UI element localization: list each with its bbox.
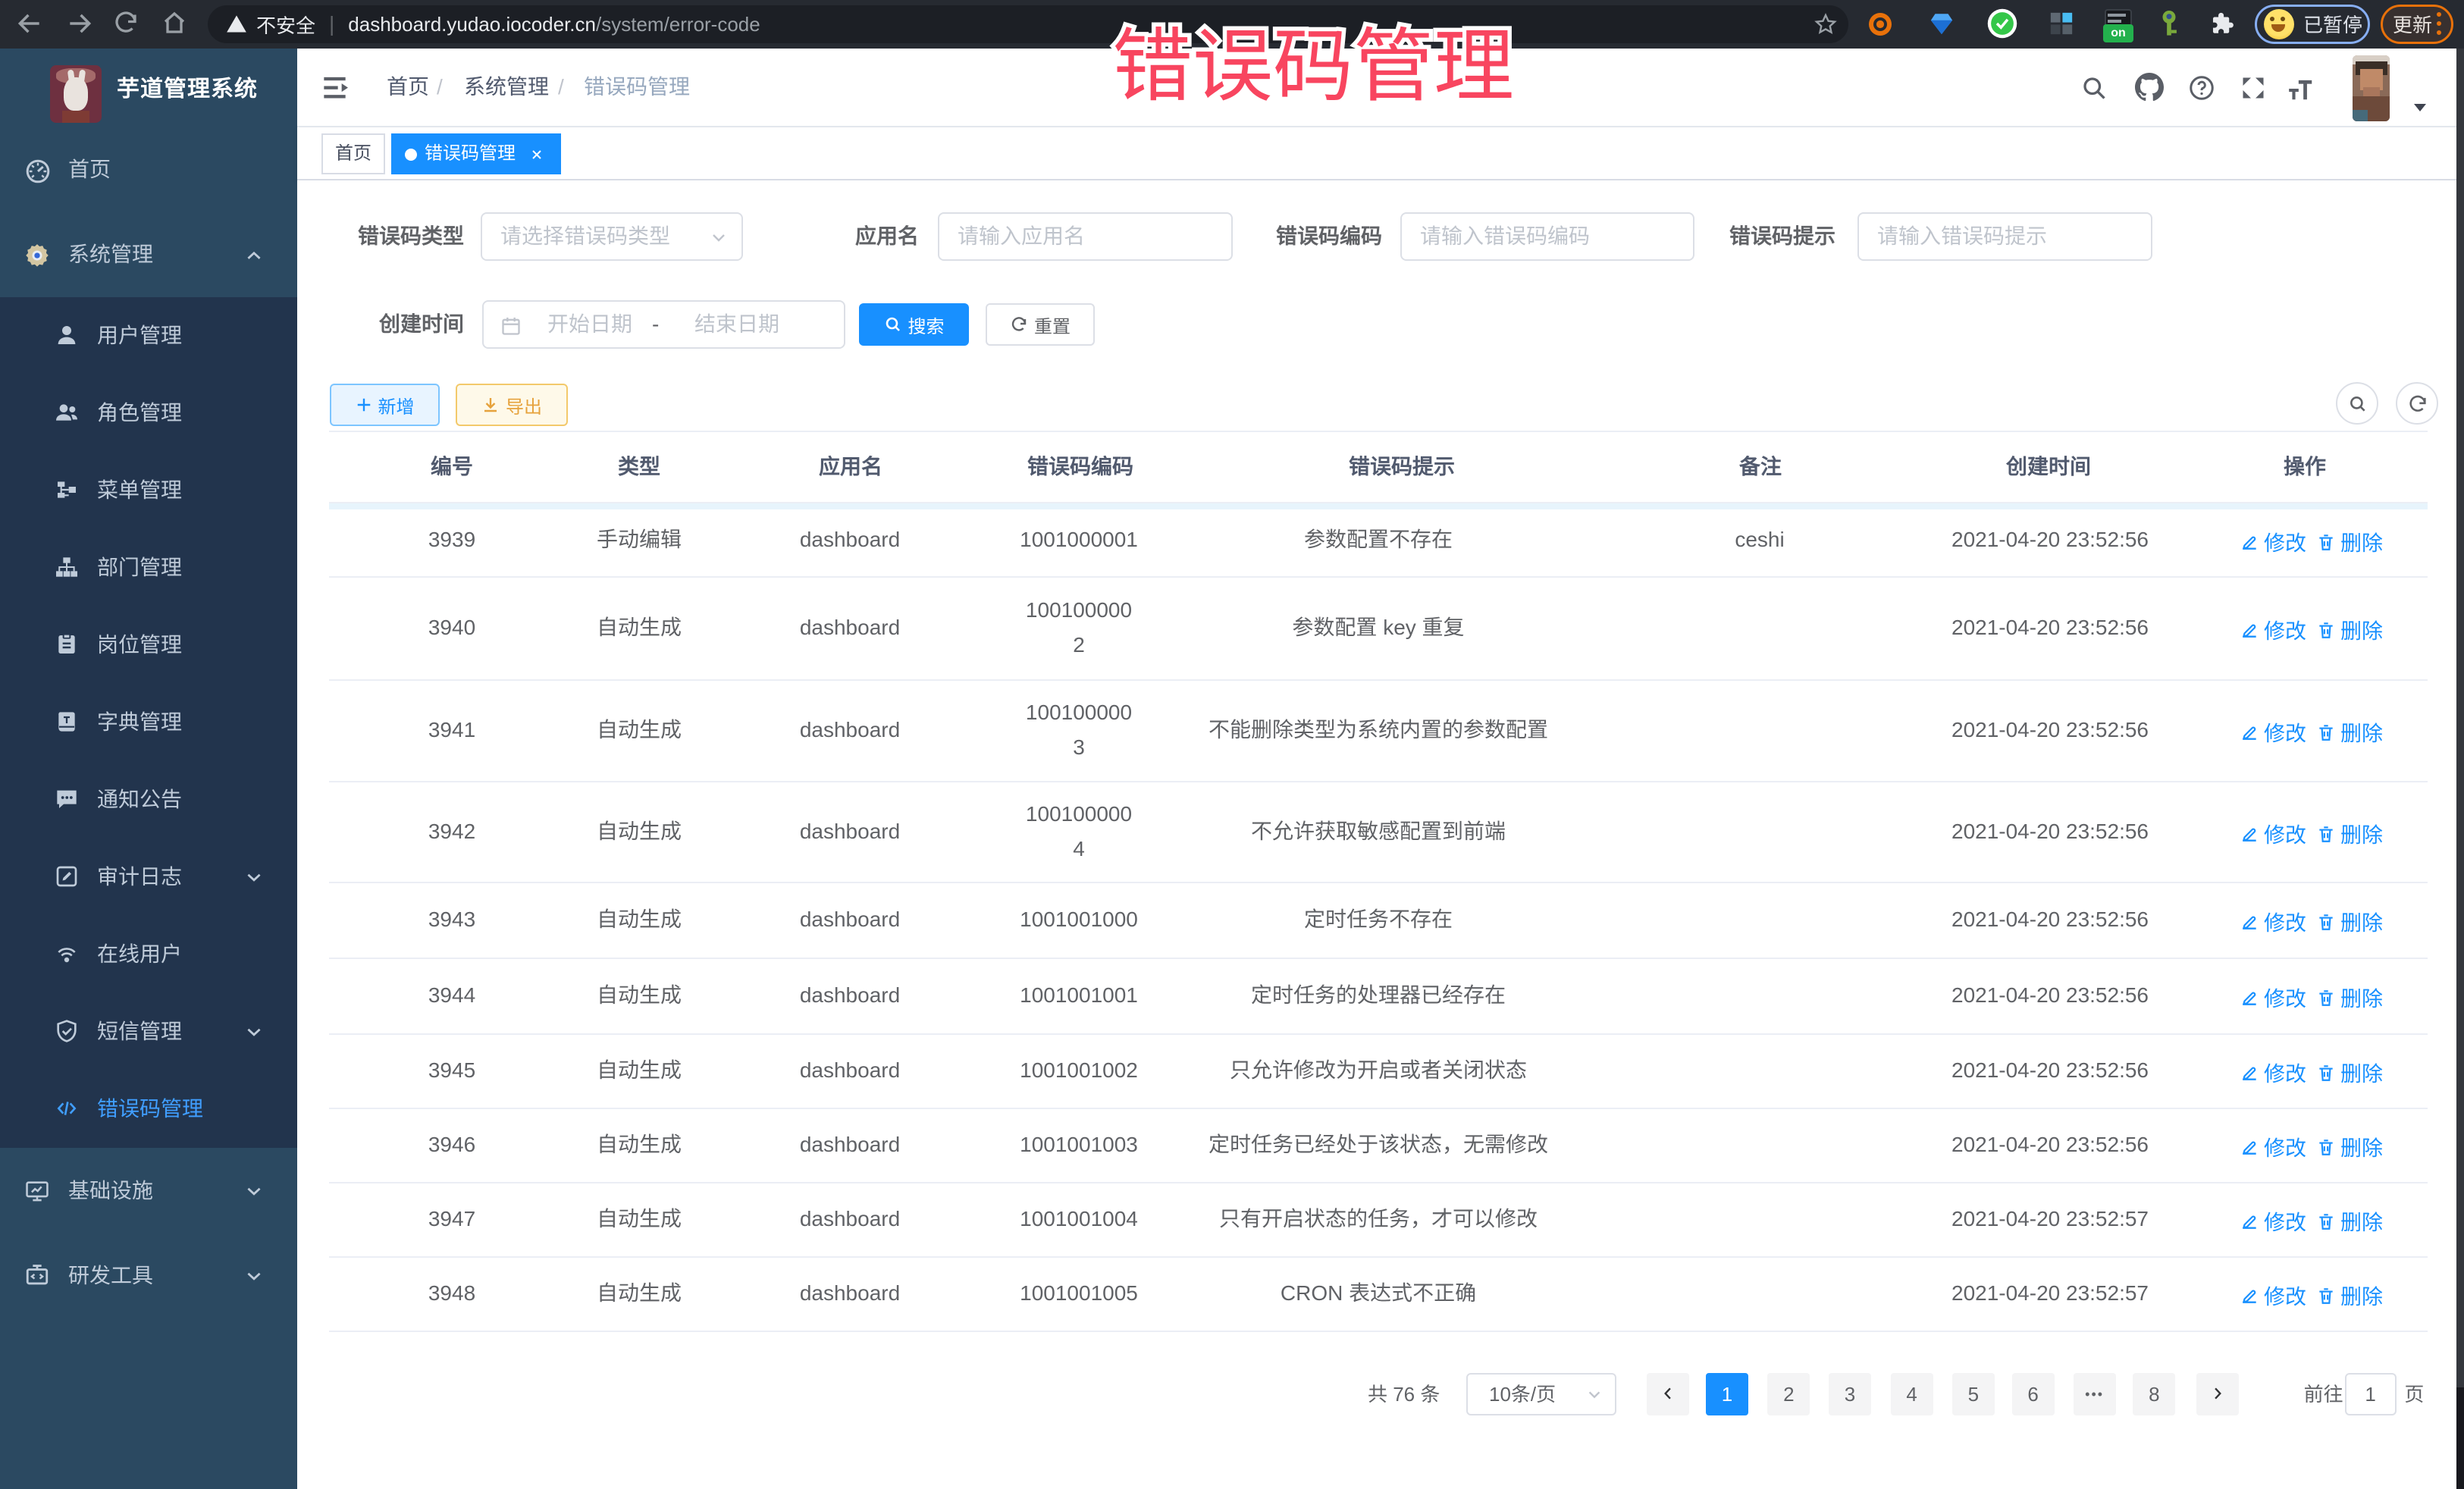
svg-text:错误码管理: 错误码管理 bbox=[1112, 22, 1514, 111]
